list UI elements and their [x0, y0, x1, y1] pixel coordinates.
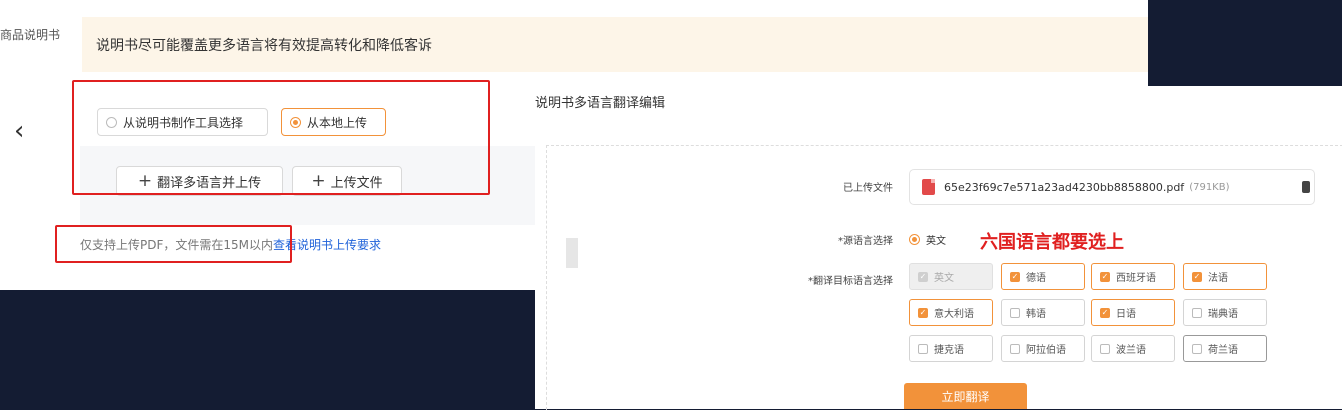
lang-checkbox-german[interactable]: ✓ 德语: [1001, 263, 1085, 290]
lang-label: 荷兰语: [1208, 345, 1238, 356]
annotation-text: 六国语言都要选上: [980, 232, 1124, 253]
dark-corner: [1148, 0, 1342, 92]
file-size: (791KB): [1189, 181, 1230, 193]
checkbox-icon: [1192, 343, 1202, 354]
translate-now-button[interactable]: 立即翻译: [904, 383, 1027, 409]
notice-text: 说明书尽可能覆盖更多语言将有效提高转化和降低客诉: [96, 37, 432, 54]
highlight-hint: [55, 225, 292, 263]
checkbox-checked-icon: ✓: [918, 271, 928, 282]
lang-checkbox-polish[interactable]: 波兰语: [1091, 335, 1175, 362]
lang-checkbox-arabic[interactable]: 阿拉伯语: [1001, 335, 1085, 362]
lang-checkbox-czech[interactable]: 捷克语: [909, 335, 993, 362]
blurred-mark: [566, 238, 578, 268]
checkbox-checked-icon: ✓: [1100, 307, 1110, 318]
lang-checkbox-japanese[interactable]: ✓ 日语: [1091, 299, 1175, 326]
pdf-file-icon: [922, 179, 935, 195]
lang-label: 意大利语: [934, 309, 974, 320]
lang-label: 波兰语: [1116, 345, 1146, 356]
file-action-icon[interactable]: [1302, 181, 1310, 193]
lang-checkbox-dutch[interactable]: 荷兰语: [1183, 335, 1267, 362]
field-label-manual: 商品说明书: [0, 28, 61, 42]
lang-label: 阿拉伯语: [1026, 345, 1066, 356]
lang-label: 瑞典语: [1208, 309, 1238, 320]
lang-checkbox-korean[interactable]: 韩语: [1001, 299, 1085, 326]
radio-selected-icon: [909, 234, 920, 245]
lang-checkbox-italian[interactable]: ✓ 意大利语: [909, 299, 993, 326]
lang-checkbox-french[interactable]: ✓ 法语: [1183, 263, 1267, 290]
checkbox-icon: [918, 343, 928, 354]
checkbox-icon: [1192, 307, 1202, 318]
lang-label: 英文: [934, 273, 954, 284]
dialog-title: 说明书多语言翻译编辑: [535, 96, 666, 111]
source-language-radio[interactable]: 英文: [909, 232, 946, 247]
lang-label: 捷克语: [934, 345, 964, 356]
source-language-value: 英文: [926, 236, 946, 247]
checkbox-checked-icon: ✓: [1010, 271, 1020, 282]
checkbox-icon: [1010, 307, 1020, 318]
lang-checkbox-swedish[interactable]: 瑞典语: [1183, 299, 1267, 326]
target-language-label: *翻译目标语言选择: [808, 276, 893, 287]
highlight-upload-options: [72, 80, 490, 195]
lang-label: 西班牙语: [1116, 273, 1156, 284]
checkbox-icon: [1010, 343, 1020, 354]
lang-label: 法语: [1208, 273, 1228, 284]
file-name: 65e23f69c7e571a23ad4230bb8858800.pdf: [944, 180, 1185, 194]
uploaded-file-item[interactable]: 65e23f69c7e571a23ad4230bb8858800.pdf (79…: [909, 169, 1315, 205]
lang-label: 日语: [1116, 309, 1136, 320]
lang-checkbox-spanish[interactable]: ✓ 西班牙语: [1091, 263, 1175, 290]
checkbox-icon: [1100, 343, 1110, 354]
uploaded-file-label: 已上传文件: [843, 183, 893, 194]
lang-label: 德语: [1026, 273, 1046, 284]
button-label: 立即翻译: [941, 389, 990, 404]
checkbox-checked-icon: ✓: [1100, 271, 1110, 282]
lang-checkbox-english: ✓ 英文: [909, 263, 993, 290]
checkbox-checked-icon: ✓: [1192, 271, 1202, 282]
manual-notice-banner: 说明书尽可能覆盖更多语言将有效提高转化和降低客诉: [82, 17, 1148, 72]
chevron-left-icon[interactable]: ‹: [14, 116, 24, 146]
source-language-label: *源语言选择: [838, 236, 893, 247]
checkbox-checked-icon: ✓: [918, 307, 928, 318]
lang-label: 韩语: [1026, 309, 1046, 320]
